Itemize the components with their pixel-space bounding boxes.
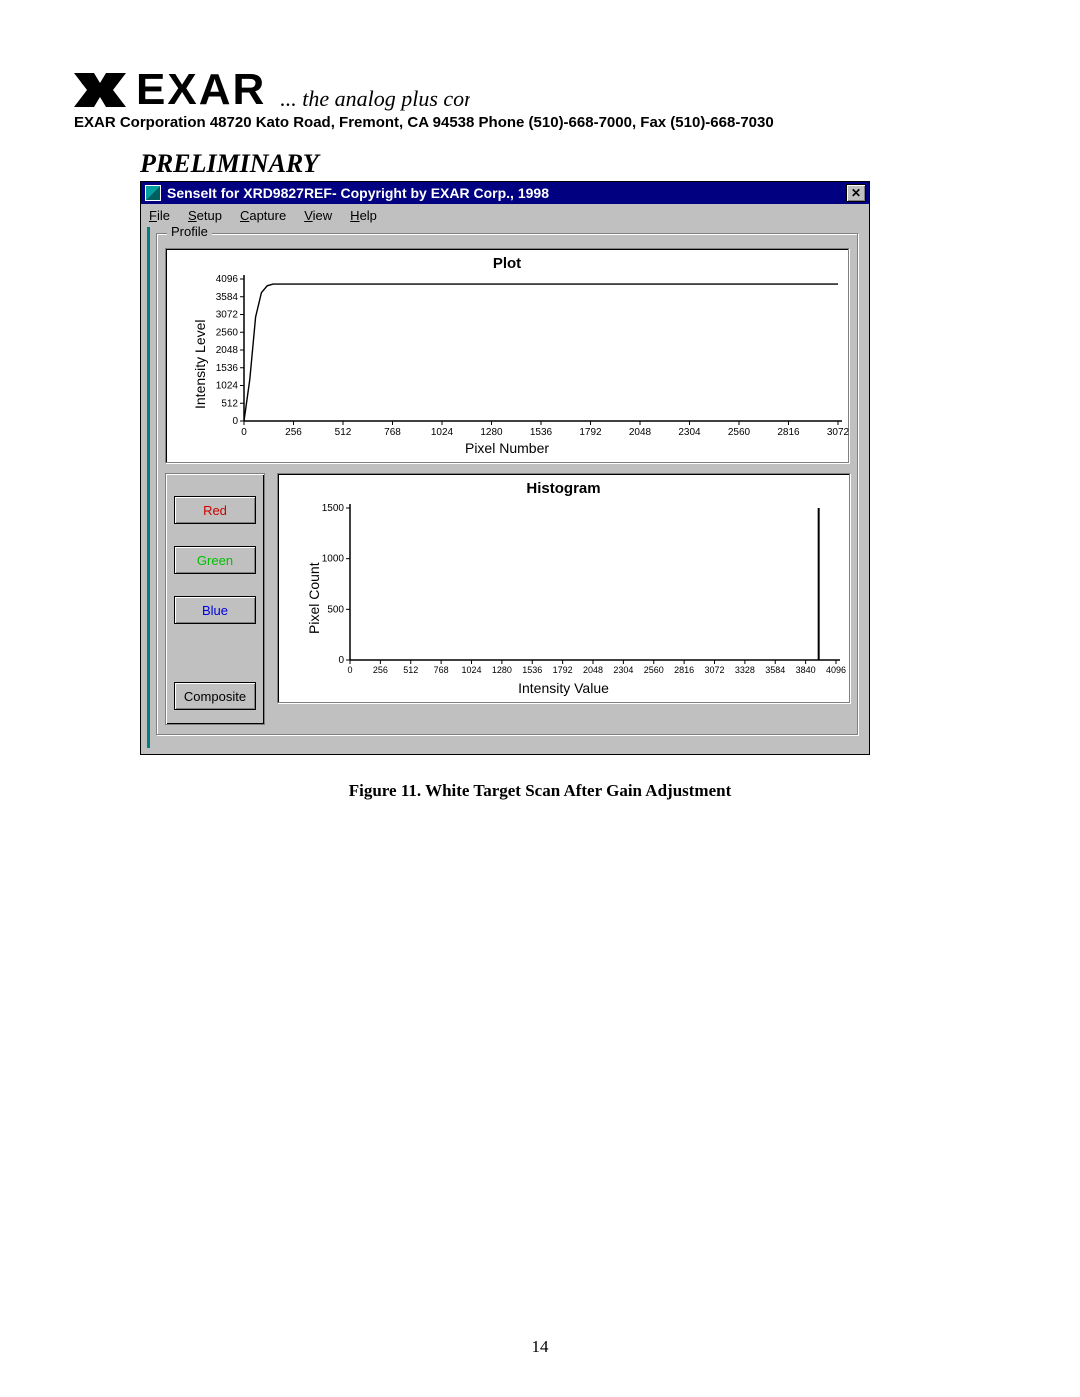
histogram-xlabel: Intensity Value xyxy=(278,680,849,696)
menu-setup[interactable]: Setup xyxy=(188,208,222,223)
profile-group: Profile Plot Intensity Level 05121024153… xyxy=(156,233,859,736)
svg-text:256: 256 xyxy=(373,665,388,675)
svg-text:1536: 1536 xyxy=(216,363,239,374)
menu-help[interactable]: Help xyxy=(350,208,377,223)
svg-text:1536: 1536 xyxy=(530,427,553,438)
svg-text:2304: 2304 xyxy=(678,427,701,438)
svg-text:256: 256 xyxy=(285,427,302,438)
svg-text:1000: 1000 xyxy=(322,554,345,565)
svg-text:2560: 2560 xyxy=(644,665,664,675)
svg-text:2048: 2048 xyxy=(629,427,652,438)
menubar: File Setup Capture View Help xyxy=(141,204,869,227)
svg-text:2816: 2816 xyxy=(674,665,694,675)
svg-text:0: 0 xyxy=(241,427,247,438)
composite-button[interactable]: Composite xyxy=(174,682,256,710)
address-line: EXAR Corporation 48720 Kato Road, Fremon… xyxy=(74,114,1006,131)
svg-text:3584: 3584 xyxy=(216,292,239,303)
svg-text:1024: 1024 xyxy=(431,427,454,438)
window-title: SenseIt for XRD9827REF- Copyright by EXA… xyxy=(167,185,549,201)
svg-text:512: 512 xyxy=(403,665,418,675)
client-area: Profile Plot Intensity Level 0 512 1024 153… xyxy=(147,227,865,748)
letterhead: EXAR ... the analog plus compa xyxy=(74,68,1006,112)
plot-xlabel: Pixel Number xyxy=(166,440,848,456)
svg-text:1500: 1500 xyxy=(322,503,345,514)
section-heading: PRELIMINARY xyxy=(140,149,1006,179)
red-button[interactable]: Red xyxy=(174,496,256,524)
svg-text:1536: 1536 xyxy=(522,665,542,675)
titlebar: SenseIt for XRD9827REF- Copyright by EXA… xyxy=(141,182,869,204)
page-number: 14 xyxy=(0,1337,1080,1357)
svg-text:1792: 1792 xyxy=(579,427,602,438)
svg-text:2048: 2048 xyxy=(583,665,603,675)
svg-text:1024: 1024 xyxy=(461,665,481,675)
svg-text:3328: 3328 xyxy=(735,665,755,675)
svg-text:3840: 3840 xyxy=(796,665,816,675)
svg-text:512: 512 xyxy=(335,427,352,438)
app-window: SenseIt for XRD9827REF- Copyright by EXA… xyxy=(140,181,870,755)
svg-text:0: 0 xyxy=(347,665,352,675)
blue-button[interactable]: Blue xyxy=(174,596,256,624)
svg-text:512: 512 xyxy=(221,398,238,409)
histogram-title: Histogram xyxy=(278,480,849,497)
green-button[interactable]: Green xyxy=(174,546,256,574)
bottom-row: Red Green Blue Composite Histogram Pixel… xyxy=(165,473,850,725)
svg-text:4096: 4096 xyxy=(216,274,239,285)
menu-capture[interactable]: Capture xyxy=(240,208,286,223)
histogram-ylabel: Pixel Count xyxy=(306,562,322,634)
svg-text:500: 500 xyxy=(327,604,344,615)
plot-ylabel: Intensity Level xyxy=(192,320,208,410)
plot-title: Plot xyxy=(166,255,848,272)
histogram-svg: 0 500 1000 1500 0 256 512 768 1024 1280 1536 1792 20… xyxy=(278,474,848,704)
tagline: ... the analog plus compa xyxy=(280,86,470,112)
close-icon[interactable]: ✕ xyxy=(846,184,866,202)
app-icon xyxy=(145,185,161,201)
svg-text:768: 768 xyxy=(384,427,401,438)
svg-text:768: 768 xyxy=(434,665,449,675)
svg-text:3584: 3584 xyxy=(765,665,785,675)
histogram-chart: Histogram Pixel Count 0 500 1000 1500 0 256 51… xyxy=(277,473,850,703)
channel-buttons: Red Green Blue Composite xyxy=(165,473,265,725)
svg-text:1280: 1280 xyxy=(492,665,512,675)
svg-text:3072: 3072 xyxy=(704,665,724,675)
svg-text:3072: 3072 xyxy=(827,427,850,438)
svg-text:1024: 1024 xyxy=(216,381,239,392)
svg-text:2048: 2048 xyxy=(216,345,239,356)
menu-file[interactable]: File xyxy=(149,208,170,223)
figure-caption: Figure 11. White Target Scan After Gain … xyxy=(74,781,1006,801)
svg-text:2816: 2816 xyxy=(777,427,800,438)
svg-text:1792: 1792 xyxy=(553,665,573,675)
svg-text:4096: 4096 xyxy=(826,665,846,675)
document-page: EXAR ... the analog plus compa EXAR Corp… xyxy=(0,0,1080,1397)
svg-text:2560: 2560 xyxy=(728,427,751,438)
svg-text:2560: 2560 xyxy=(216,327,239,338)
svg-text:0: 0 xyxy=(232,416,238,427)
group-label: Profile xyxy=(167,224,212,239)
svg-text:3072: 3072 xyxy=(216,310,239,321)
menu-view[interactable]: View xyxy=(304,208,332,223)
svg-text:2304: 2304 xyxy=(613,665,633,675)
logo-text: EXAR xyxy=(136,68,266,112)
plot-chart: Plot Intensity Level 0 512 1024 1536 2048 256… xyxy=(165,248,849,463)
plot-svg: 0 512 1024 1536 2048 2560 3072 3584 4096 0 256 512 7… xyxy=(166,249,850,464)
svg-text:1280: 1280 xyxy=(480,427,503,438)
exar-logo-icon xyxy=(74,73,126,112)
svg-text:0: 0 xyxy=(338,655,344,666)
